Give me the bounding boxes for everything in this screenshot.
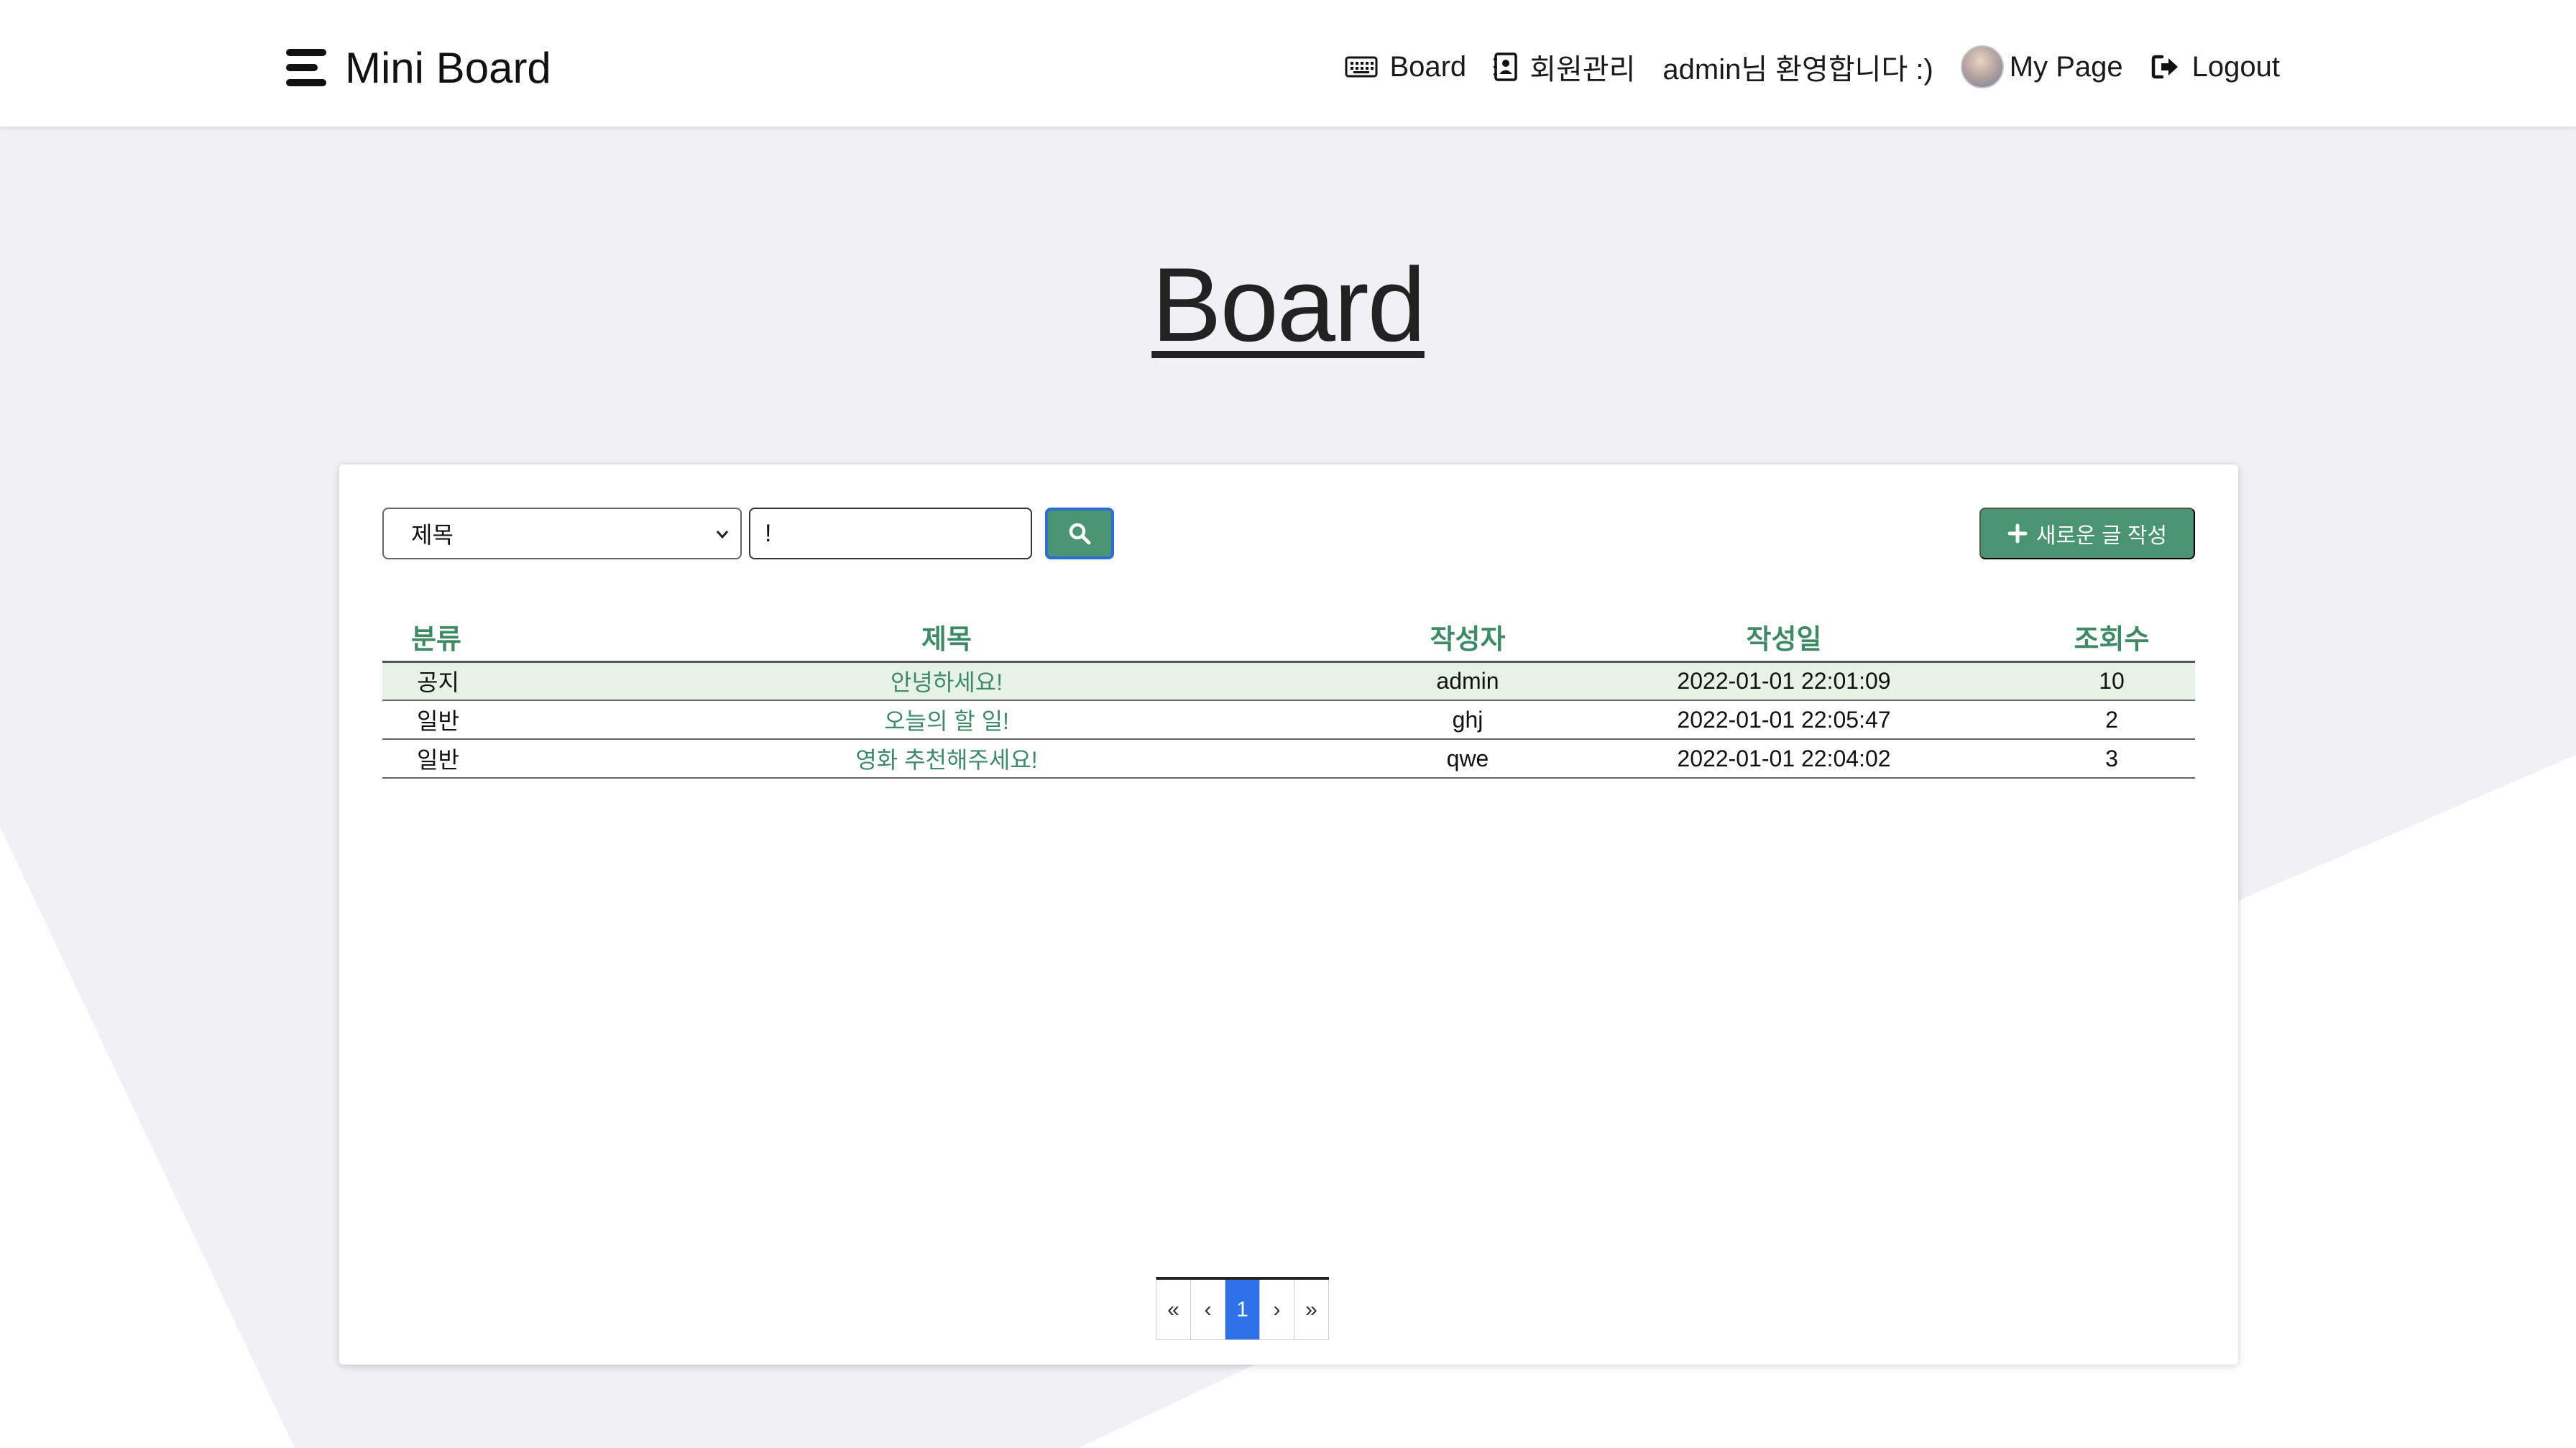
row-category: 공지	[382, 661, 497, 701]
pagination-page-current[interactable]: 1	[1225, 1280, 1260, 1340]
top-navbar: Mini Board Board 회원관리 admin님 환영합니다:) My…	[0, 0, 2576, 127]
plus-icon	[2007, 523, 2028, 544]
pagination-next[interactable]: ›	[1260, 1280, 1294, 1340]
keyboard-icon	[1345, 56, 1378, 78]
row-title-link[interactable]: 영화 추천해주세요!	[497, 739, 1396, 779]
pagination-first[interactable]: «	[1156, 1280, 1191, 1340]
row-date: 2022-01-01 22:01:09	[1540, 661, 2028, 701]
board-table: 분류 제목 작성자 작성일 조회수 공지 안녕하세요! admin 2022-0…	[382, 608, 2195, 779]
row-author: ghj	[1396, 700, 1540, 740]
row-views: 3	[2028, 739, 2195, 779]
row-date: 2022-01-01 22:05:47	[1540, 700, 2028, 740]
search-row: 제목 새로운 글 작성	[382, 508, 2195, 559]
table-header-row: 분류 제목 작성자 작성일 조회수	[382, 608, 2195, 663]
row-title-link[interactable]: 안녕하세요!	[497, 661, 1396, 701]
nav-label-board: Board	[1389, 50, 1467, 83]
contact-card-icon	[1494, 52, 1517, 81]
row-category: 일반	[382, 700, 497, 740]
pagination-prev[interactable]: ‹	[1191, 1280, 1225, 1340]
row-views: 2	[2028, 700, 2195, 740]
new-post-label: 새로운 글 작성	[2036, 524, 2168, 548]
header-date: 작성일	[1540, 608, 2028, 663]
table-row[interactable]: 일반 영화 추천해주세요! qwe 2022-01-01 22:04:02 3	[382, 739, 2195, 779]
row-category: 일반	[382, 739, 497, 779]
row-title-link[interactable]: 오늘의 할 일!	[497, 700, 1396, 740]
search-button[interactable]	[1045, 508, 1114, 559]
table-row[interactable]: 일반 오늘의 할 일! ghj 2022-01-01 22:05:47 2	[382, 700, 2195, 740]
board-card: 제목 새로운 글 작성 분류 제목 작성자	[339, 464, 2238, 1365]
search-field-value: 제목	[411, 522, 454, 548]
nav-label-logout: Logout	[2191, 50, 2280, 83]
pagination: « ‹ 1 › »	[1156, 1277, 1329, 1340]
nav-item-logout[interactable]: Logout	[2150, 51, 2280, 83]
nav-item-board[interactable]: Board	[1345, 51, 1466, 83]
avatar	[1960, 45, 2004, 88]
nav-label-members: 회원관리	[1530, 54, 1636, 86]
page-title[interactable]: Board	[1151, 244, 1426, 365]
nav-menu: Board 회원관리 admin님 환영합니다 :) My Page Logou…	[1345, 43, 2280, 91]
logout-icon	[2151, 55, 2178, 79]
header-views: 조회수	[2028, 608, 2195, 663]
page-title-wrap: Board	[0, 244, 2576, 365]
brand-link[interactable]: Mini Board	[286, 42, 551, 93]
chevron-down-icon	[716, 531, 729, 539]
header-author: 작성자	[1396, 608, 1540, 663]
brand-title: Mini Board	[345, 43, 551, 92]
row-date: 2022-01-01 22:04:02	[1540, 739, 2028, 779]
table-row[interactable]: 공지 안녕하세요! admin 2022-01-01 22:01:09 10	[382, 661, 2195, 701]
row-views: 10	[2028, 661, 2195, 701]
row-author: admin	[1396, 661, 1540, 701]
search-input[interactable]	[749, 508, 1032, 559]
new-post-button[interactable]: 새로운 글 작성	[1979, 508, 2195, 559]
search-icon	[1069, 523, 1091, 545]
pagination-last[interactable]: »	[1294, 1280, 1329, 1340]
header-title: 제목	[497, 608, 1396, 663]
search-field-select[interactable]: 제목	[382, 508, 742, 559]
nav-label-mypage: My Page	[2009, 50, 2123, 83]
header-category: 분류	[382, 608, 497, 663]
nav-item-mypage[interactable]: My Page	[1960, 45, 2123, 88]
nav-item-members[interactable]: 회원관리	[1494, 46, 1635, 88]
welcome-text: admin님 환영합니다 :)	[1662, 54, 1933, 86]
menu-icon	[286, 47, 329, 88]
row-author: qwe	[1396, 739, 1540, 779]
